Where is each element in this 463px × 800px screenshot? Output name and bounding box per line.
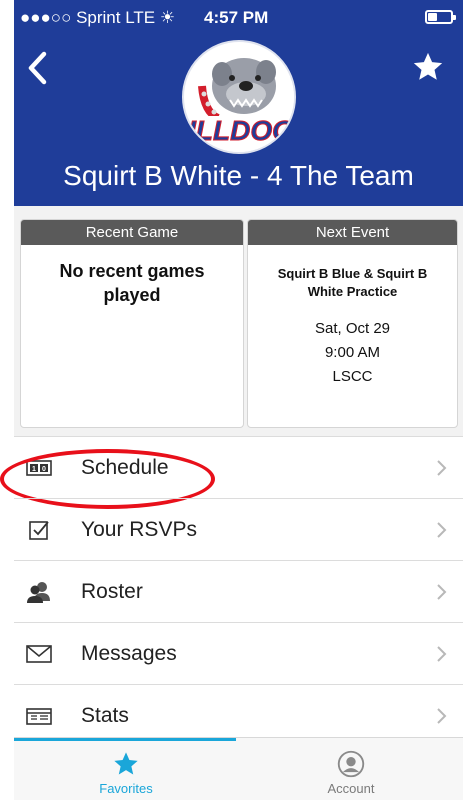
menu-item-rsvps[interactable]: Your RSVPs [14, 498, 463, 560]
next-event-details: Sat, Oct 29 9:00 AM LSCC [248, 317, 457, 389]
user-circle-icon [337, 750, 365, 778]
back-button[interactable] [24, 48, 50, 88]
recent-game-text: No recent games played [59, 261, 205, 305]
chevron-right-icon [437, 584, 447, 600]
team-header: ●●●○○ Sprint LTE ☀ 4:57 PM ILLDOG Squirt… [14, 0, 463, 206]
next-event-card[interactable]: Next Event Squirt B Blue & Squirt B Whit… [247, 219, 458, 428]
svg-text:0: 0 [42, 466, 46, 473]
tab-favorites-label: Favorites [99, 781, 153, 796]
svg-text:ILLDOG: ILLDOG [188, 115, 294, 146]
chevron-right-icon [437, 522, 447, 538]
next-event-time: 9:00 AM [324, 344, 381, 361]
chevron-left-icon [28, 51, 47, 85]
app-frame: ●●●○○ Sprint LTE ☀ 4:57 PM ILLDOG Squirt… [0, 0, 463, 800]
battery-icon [425, 10, 456, 24]
menu-label-schedule: Schedule [81, 455, 169, 479]
star-icon [114, 752, 138, 775]
active-tab-indicator [14, 738, 236, 741]
favorite-star-button[interactable] [411, 50, 445, 84]
tab-account[interactable]: Account [239, 742, 463, 800]
stats-table-icon [26, 708, 52, 725]
next-event-heading: Next Event [248, 220, 457, 245]
people-icon [27, 582, 50, 603]
next-event-name: Squirt B Blue & Squirt B White Practice [277, 266, 428, 299]
clock-text: 4:57 PM [204, 8, 269, 27]
team-title: Squirt B White - 4 The Team [63, 160, 414, 191]
menu-item-messages[interactable]: Messages [14, 622, 463, 684]
menu-label-roster: Roster [81, 579, 143, 603]
menu-label-rsvps: Your RSVPs [81, 517, 197, 541]
scoreboard-icon: 1 0 [26, 460, 52, 476]
chevron-right-icon [437, 460, 447, 476]
menu-item-schedule[interactable]: 1 0 Schedule [0, 436, 463, 509]
next-event-date: Sat, Oct 29 [314, 320, 391, 337]
team-logo: ILLDOG [182, 40, 296, 154]
tab-account-label: Account [327, 781, 375, 796]
carrier-text: ●●●○○ Sprint LTE ☀ [20, 8, 176, 27]
checkbox-icon [29, 521, 49, 540]
recent-game-card[interactable]: Recent Game No recent games played [20, 219, 244, 428]
team-menu: 1 0 Schedule Your RSVPs Roster Messages … [0, 436, 463, 746]
chevron-right-icon [437, 646, 447, 662]
recent-game-heading: Recent Game [21, 220, 243, 245]
status-bar: ●●●○○ Sprint LTE ☀ 4:57 PM [14, 0, 463, 32]
svg-text:1: 1 [32, 466, 36, 473]
chevron-right-icon [437, 708, 447, 724]
menu-label-stats: Stats [81, 703, 129, 727]
menu-item-roster[interactable]: Roster [14, 560, 463, 622]
bottom-tab-bar: Favorites Account [14, 737, 463, 800]
summary-cards: Recent Game No recent games played Next … [14, 206, 463, 436]
next-event-location: LSCC [332, 368, 373, 385]
envelope-icon [26, 645, 52, 663]
star-icon [413, 52, 443, 80]
tab-favorites[interactable]: Favorites [14, 742, 238, 800]
menu-label-messages: Messages [81, 641, 177, 665]
